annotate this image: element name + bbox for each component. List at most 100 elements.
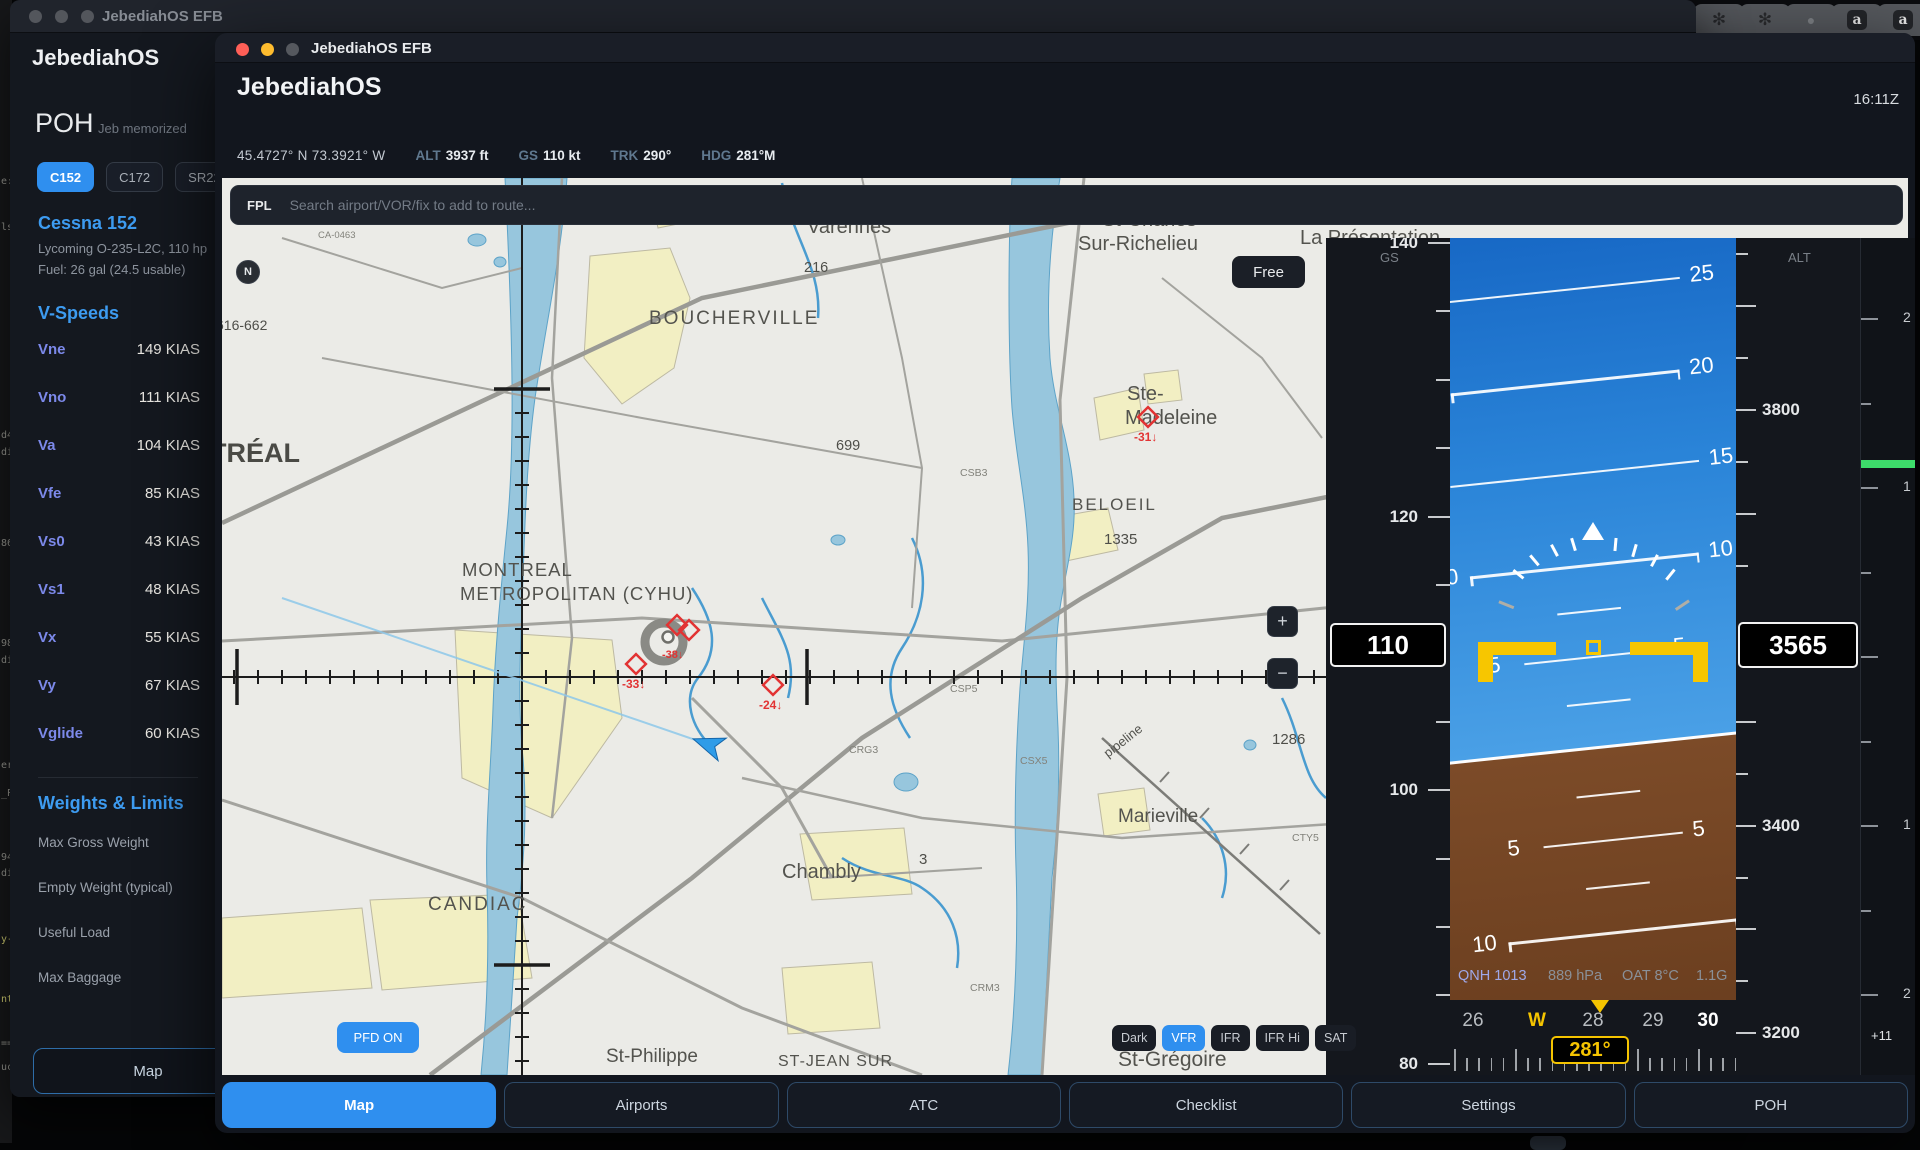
alt-tick bbox=[1736, 877, 1748, 879]
close-icon[interactable] bbox=[236, 43, 249, 56]
divider bbox=[38, 777, 198, 778]
pressure-readout: 889 hPa bbox=[1548, 968, 1622, 984]
minimize-icon[interactable] bbox=[261, 43, 274, 56]
heading-tick bbox=[1527, 1058, 1529, 1071]
heading-tick bbox=[1722, 1058, 1724, 1071]
route-search-input[interactable] bbox=[290, 197, 1902, 213]
heading-label: 26 bbox=[1462, 1010, 1483, 1032]
browser-tab[interactable]: ✻ bbox=[1693, 4, 1745, 36]
tab-checklist[interactable]: Checklist bbox=[1069, 1082, 1343, 1128]
pitch-label: 20 bbox=[1688, 352, 1715, 380]
map-style-switcher: DarkVFRIFR IFR HiSAT bbox=[1112, 1025, 1356, 1051]
heading-label: 30 bbox=[1697, 1010, 1718, 1032]
speed-tick bbox=[1428, 242, 1450, 244]
vsi-bar bbox=[1861, 460, 1915, 468]
current-heading: 281° bbox=[1551, 1036, 1629, 1064]
svg-text:-33↓: -33↓ bbox=[622, 677, 645, 691]
pfd-toggle-button[interactable]: PFD ON bbox=[337, 1022, 419, 1053]
speed-tick bbox=[1436, 926, 1450, 928]
pitch-hook bbox=[1451, 393, 1455, 403]
pitch-label: 10 bbox=[1707, 535, 1734, 563]
attitude-ground bbox=[1450, 721, 1736, 1000]
map-mode-button[interactable]: Free bbox=[1232, 256, 1305, 288]
zoom-window-icon[interactable] bbox=[81, 10, 94, 23]
svg-text:-31↓: -31↓ bbox=[1134, 430, 1157, 444]
alt-tick bbox=[1736, 253, 1748, 255]
map-label: -38↓ bbox=[662, 649, 683, 661]
aircraft-tab-c152[interactable]: C152 bbox=[37, 162, 94, 192]
vsi-label: 2 bbox=[1903, 309, 1911, 325]
map-label: St-Grégoire bbox=[1118, 1048, 1227, 1071]
map-label: CANDIAC bbox=[428, 894, 528, 915]
browser-tab[interactable]: ✻ bbox=[1739, 4, 1791, 36]
map-style-ifr[interactable]: IFR bbox=[1211, 1025, 1249, 1051]
minimize-icon[interactable] bbox=[55, 10, 68, 23]
map-label: Ste- bbox=[1127, 383, 1164, 405]
vspeed-value: 85 KIAS bbox=[145, 485, 200, 502]
map-style-dark[interactable]: Dark bbox=[1112, 1025, 1156, 1051]
vspeed-label: Vs1 bbox=[38, 581, 65, 598]
altitude-tape: ALT 380034003200 3565 bbox=[1736, 238, 1860, 1075]
vsi-label: 1 bbox=[1903, 816, 1911, 832]
map-style-vfr[interactable]: VFR bbox=[1162, 1025, 1205, 1051]
status-trk: TRK290° bbox=[611, 148, 672, 163]
heading-tick bbox=[1661, 1058, 1663, 1071]
tab-atc[interactable]: ATC bbox=[787, 1082, 1061, 1128]
sidebar-app-name: JebediahOS bbox=[32, 45, 159, 71]
speed-tick bbox=[1436, 994, 1450, 996]
zoom-in-button[interactable]: + bbox=[1267, 606, 1298, 637]
tab-map[interactable]: Map bbox=[222, 1082, 496, 1128]
browser-tab[interactable]: a bbox=[1877, 4, 1920, 36]
pitch-label: 15 bbox=[1707, 442, 1734, 470]
openai-swirl-icon: ✻ bbox=[1712, 10, 1726, 30]
browser-tab[interactable]: ● bbox=[1785, 4, 1837, 36]
map-label: 1286 bbox=[1272, 731, 1305, 748]
aircraft-tab-c172[interactable]: C172 bbox=[106, 162, 163, 192]
vspeed-row: Vne149 KIAS bbox=[38, 341, 200, 358]
alt-tick bbox=[1736, 928, 1756, 930]
heading-tick bbox=[1454, 1049, 1456, 1071]
amazon-a-icon: a bbox=[1893, 10, 1913, 30]
heading-tick bbox=[1698, 1049, 1700, 1071]
status-value: 3937 ft bbox=[446, 148, 489, 163]
heading-tick bbox=[1710, 1058, 1712, 1071]
zoom-out-button[interactable]: − bbox=[1267, 658, 1298, 689]
weight-row: Useful Load bbox=[38, 925, 110, 940]
vsi-tick bbox=[1861, 572, 1871, 574]
tab-settings[interactable]: Settings bbox=[1351, 1082, 1625, 1128]
map-label: CSP5 bbox=[950, 683, 978, 695]
heading-tick bbox=[1478, 1058, 1480, 1071]
map-label: CSX5 bbox=[1020, 755, 1048, 767]
close-icon[interactable] bbox=[29, 10, 42, 23]
main-titlebar: JebediahOS EFB bbox=[215, 33, 1915, 63]
tab-airports[interactable]: Airports bbox=[504, 1082, 778, 1128]
zoom-window-icon[interactable] bbox=[286, 43, 299, 56]
status-label: HDG bbox=[701, 148, 731, 163]
map-label: BELOEIL bbox=[1072, 495, 1157, 514]
map-label: BOUCHERVILLE bbox=[649, 308, 819, 329]
speed-tick bbox=[1436, 379, 1450, 381]
speed-tick bbox=[1436, 310, 1450, 312]
alt-tick-label: 3800 bbox=[1762, 400, 1800, 420]
map-label: Chambly bbox=[782, 861, 861, 883]
vspeed-label: Vne bbox=[38, 341, 66, 358]
vspeed-row: Vy67 KIAS bbox=[38, 677, 200, 694]
current-altitude: 3565 bbox=[1738, 622, 1858, 668]
aircraft-reference-icon bbox=[1586, 640, 1601, 655]
vsi-tick bbox=[1861, 825, 1878, 827]
status-label: ALT bbox=[415, 148, 440, 163]
alt-tick bbox=[1736, 721, 1756, 723]
vsi-tick bbox=[1861, 994, 1878, 996]
heading-tick bbox=[1637, 1049, 1639, 1071]
page-title: JebediahOS bbox=[237, 73, 382, 102]
map-style-sat[interactable]: SAT bbox=[1315, 1025, 1356, 1051]
north-up-button[interactable]: N bbox=[236, 260, 260, 284]
tab-poh[interactable]: POH bbox=[1634, 1082, 1908, 1128]
dock-item[interactable] bbox=[1530, 1136, 1566, 1150]
vspeed-value: 111 KIAS bbox=[139, 389, 200, 406]
map-style-ifr-hi[interactable]: IFR Hi bbox=[1256, 1025, 1309, 1051]
heading-tick bbox=[1649, 1058, 1651, 1071]
vsi-label: 2 bbox=[1903, 985, 1911, 1001]
vertical-speed-indicator: 2112 +11 bbox=[1860, 238, 1915, 1075]
browser-tab[interactable]: a bbox=[1831, 4, 1883, 36]
